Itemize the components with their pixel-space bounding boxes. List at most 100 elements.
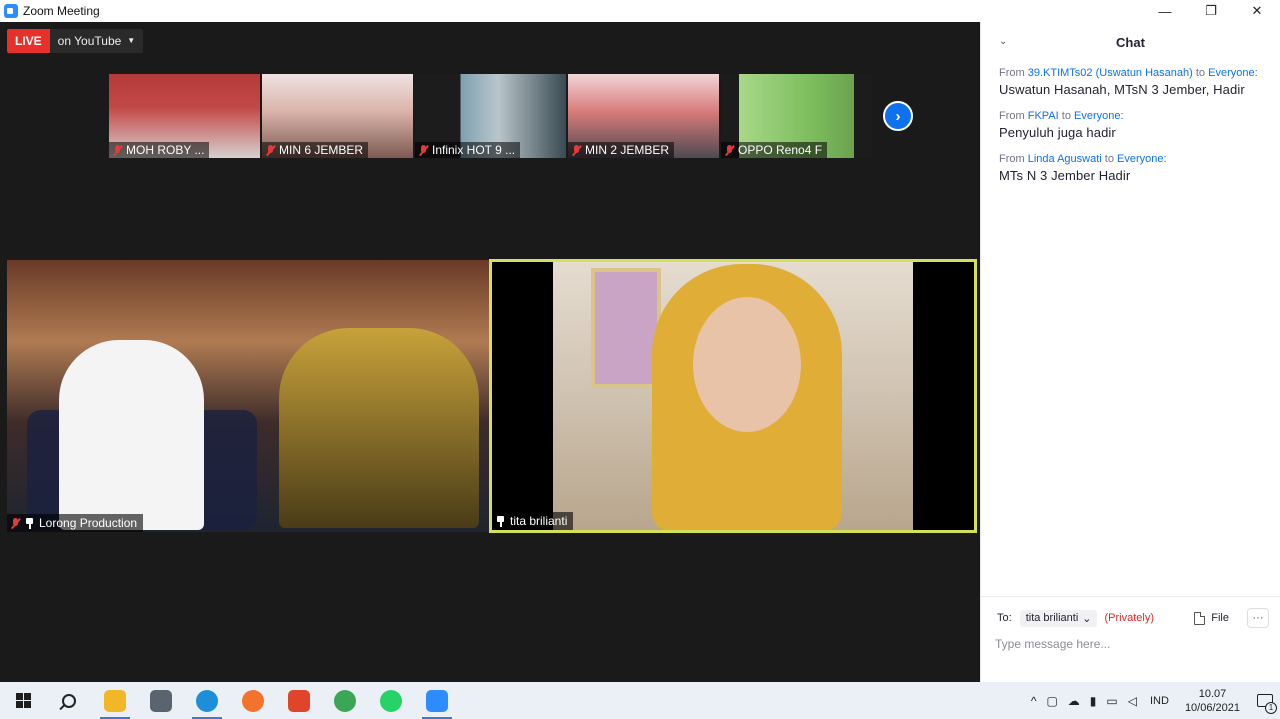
mic-muted-icon [266, 144, 275, 156]
participant-thumbnail[interactable]: OPPO Reno4 F [721, 74, 872, 158]
participant-name: OPPO Reno4 F [738, 143, 823, 157]
chat-panel: ⌄ Chat From 39.KTIMTs02 (Uswatun Hasanah… [980, 22, 1280, 682]
participant-thumbnail-strip: MOH ROBY ... MIN 6 JEMBER Infinix HOT 9 … [109, 74, 874, 158]
search-button[interactable] [46, 682, 92, 719]
cloud-icon[interactable]: ☁ [1068, 694, 1080, 708]
active-speaker-video[interactable]: tita brilianti [489, 259, 977, 533]
privately-label: (Privately) [1104, 612, 1154, 624]
next-page-button[interactable]: › [883, 101, 913, 131]
folder-icon [104, 689, 126, 712]
message-meta: From FKPAI to Everyone: [999, 109, 1264, 124]
participant-name-tag: OPPO Reno4 F [721, 142, 828, 158]
participant-thumbnail[interactable]: MIN 6 JEMBER [262, 74, 413, 158]
chat-message-input[interactable] [995, 633, 1265, 655]
window-controls: — ❐ ✕ [1142, 0, 1280, 22]
video-content [591, 268, 661, 388]
message-text: Penyuluh juga hadir [999, 125, 1116, 140]
clock-time: 10.07 [1198, 687, 1227, 700]
chat-message: From Linda Aguswati to Everyone: MTs N 3… [999, 152, 1264, 185]
chat-messages: From 39.KTIMTs02 (Uswatun Hasanah) to Ev… [981, 62, 1280, 185]
chat-header: ⌄ Chat [981, 22, 1280, 62]
video-area: LIVE on YouTube ▼ MOH ROBY ... MIN 6 JEM… [0, 22, 980, 682]
message-recipient[interactable]: Everyone: [1208, 67, 1258, 79]
message-sender[interactable]: Linda Aguswati [1028, 153, 1102, 165]
title-bar: Zoom Meeting — ❐ ✕ [0, 0, 1280, 22]
mic-muted-icon [11, 517, 20, 529]
chat-message: From FKPAI to Everyone: Penyuluh juga ha… [999, 109, 1264, 142]
caret-down-icon: ▼ [127, 36, 136, 45]
close-button[interactable]: ✕ [1234, 0, 1280, 22]
to-label: To: [997, 612, 1012, 624]
chevron-down-icon: ⌄ [1082, 612, 1092, 625]
video-content [279, 328, 479, 528]
file-label: File [1211, 612, 1229, 624]
to-label: to [1104, 153, 1114, 165]
notification-count: 1 [1265, 702, 1277, 714]
whatsapp-icon [380, 689, 402, 712]
participant-name: tita brilianti [510, 514, 568, 528]
message-sender[interactable]: FKPAI [1028, 110, 1059, 122]
microphone-icon[interactable]: ▮ [1090, 694, 1097, 708]
mic-muted-icon [725, 144, 734, 156]
start-button[interactable] [0, 682, 46, 719]
search-icon [62, 693, 76, 708]
tray-chevron-icon[interactable]: ^ [1031, 694, 1037, 708]
system-tray: ^ ▢ ☁ ▮ ▭ ◁ IND 10.07 10/06/2021 1 [1026, 682, 1280, 719]
clock[interactable]: 10.07 10/06/2021 [1185, 687, 1240, 715]
chat-composer: To: tita brilianti ⌄ (Privately) File ··… [981, 596, 1280, 682]
pin-icon [496, 515, 505, 527]
taskbar-chrome[interactable] [322, 682, 368, 719]
participant-thumbnail[interactable]: MIN 2 JEMBER [568, 74, 719, 158]
message-meta: From 39.KTIMTs02 (Uswatun Hasanah) to Ev… [999, 66, 1264, 81]
taskbar-edge[interactable] [184, 682, 230, 719]
participant-name-tag: MIN 2 JEMBER [568, 142, 675, 158]
zoom-app-icon [4, 4, 18, 18]
volume-icon[interactable]: ◁ [1128, 694, 1137, 708]
taskbar-whatsapp[interactable] [368, 682, 414, 719]
from-label: From [999, 153, 1025, 165]
edge-icon [196, 689, 218, 712]
to-label: to [1061, 110, 1071, 122]
chrome-icon [334, 689, 356, 712]
participant-name-tag: MOH ROBY ... [109, 142, 210, 158]
recipient-dropdown[interactable]: tita brilianti ⌄ [1019, 609, 1098, 627]
taskbar-zoom[interactable] [414, 682, 460, 719]
mic-muted-icon [419, 144, 428, 156]
file-icon [1194, 611, 1206, 625]
zoom-icon [426, 689, 448, 712]
message-recipient[interactable]: Everyone: [1074, 110, 1124, 122]
taskbar-pdf-app[interactable] [276, 682, 322, 719]
pinned-video-lorong-production[interactable]: Lorong Production [7, 260, 489, 532]
participant-thumbnail[interactable]: Infinix HOT 9 ... [415, 74, 566, 158]
battery-icon[interactable]: ▭ [1106, 694, 1117, 708]
video-content [59, 340, 204, 530]
input-language[interactable]: IND [1150, 695, 1169, 707]
restore-button[interactable]: ❐ [1188, 0, 1234, 22]
message-text: MTs N 3 Jember Hadir [999, 168, 1131, 183]
participant-thumbnail[interactable]: MOH ROBY ... [109, 74, 260, 158]
participant-name-tag: Lorong Production [7, 514, 144, 532]
live-destination-dropdown[interactable]: on YouTube ▼ [49, 29, 144, 53]
participant-name-tag: MIN 6 JEMBER [262, 142, 369, 158]
mic-muted-icon [572, 144, 581, 156]
participant-name: MOH ROBY ... [126, 143, 205, 157]
participant-name: Lorong Production [39, 516, 138, 530]
message-meta: From Linda Aguswati to Everyone: [999, 152, 1264, 167]
meet-now-icon[interactable]: ▢ [1046, 694, 1057, 708]
taskbar-camera[interactable] [138, 682, 184, 719]
more-options-button[interactable]: ··· [1247, 608, 1269, 628]
minimize-button[interactable]: — [1142, 0, 1188, 22]
pin-icon [25, 517, 34, 529]
message-text: Uswatun Hasanah, MTsN 3 Jember, Hadir [999, 82, 1245, 97]
notification-center-button[interactable]: 1 [1250, 682, 1280, 719]
message-sender[interactable]: 39.KTIMTs02 (Uswatun Hasanah) [1028, 67, 1193, 79]
from-label: From [999, 67, 1025, 79]
live-destination-label: on YouTube [57, 34, 122, 48]
file-button[interactable]: File [1194, 611, 1229, 625]
taskbar-file-explorer[interactable] [92, 682, 138, 719]
from-label: From [999, 110, 1025, 122]
message-recipient[interactable]: Everyone: [1117, 153, 1167, 165]
recipient-row: To: tita brilianti ⌄ (Privately) File ··… [997, 607, 1269, 629]
live-badge: LIVE [7, 29, 50, 53]
taskbar-firefox[interactable] [230, 682, 276, 719]
